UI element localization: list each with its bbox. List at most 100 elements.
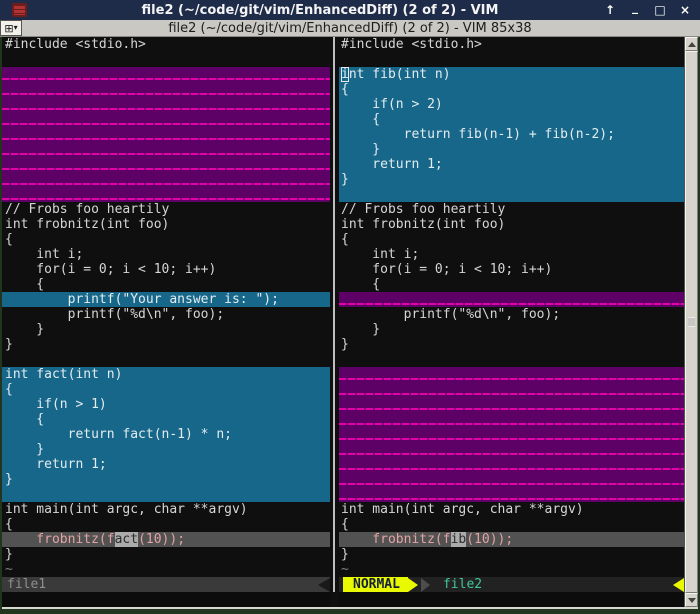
code-line[interactable]: int frobnitz(int foo) — [339, 217, 684, 232]
diff-filler-row[interactable] — [339, 472, 684, 487]
code-line[interactable]: if(n > 1) — [2, 397, 330, 412]
statusline-filename: file1 — [7, 577, 47, 592]
diff-filler-row[interactable] — [339, 412, 684, 427]
diff-filler-row[interactable] — [2, 187, 330, 202]
scroll-up-button[interactable] — [685, 37, 698, 51]
diff-filler-row[interactable] — [339, 427, 684, 442]
code-line[interactable]: } — [2, 547, 330, 562]
code-line[interactable] — [339, 352, 684, 367]
vertical-split-separator[interactable] — [330, 37, 339, 607]
code-line[interactable]: int frobnitz(int foo) — [2, 217, 330, 232]
code-line[interactable]: } — [2, 337, 330, 352]
code-line[interactable] — [2, 52, 330, 67]
code-line[interactable]: return 1; — [339, 157, 684, 172]
empty-line-tilde[interactable]: ~ — [339, 562, 684, 577]
code-line[interactable]: } — [339, 322, 684, 337]
scrollbar[interactable] — [684, 37, 698, 607]
code-line[interactable]: // Frobs foo heartily — [339, 202, 684, 217]
statusline-file1[interactable]: file1 — [2, 577, 330, 592]
diff-filler-row[interactable] — [339, 442, 684, 457]
mode-indicator: NORMAL — [343, 577, 408, 592]
code-line[interactable]: int main(int argc, char **argv) — [2, 502, 330, 517]
split-line — [333, 37, 335, 592]
diff-filler-row[interactable] — [2, 82, 330, 97]
diff-filler-row[interactable] — [339, 397, 684, 412]
code-line[interactable]: } — [339, 337, 684, 352]
diff-filler-row[interactable] — [339, 292, 684, 307]
code-line[interactable]: #include <stdio.h> — [339, 37, 684, 52]
diff-filler-row[interactable] — [2, 142, 330, 157]
code-line[interactable]: printf("%d\n", foo); — [2, 307, 330, 322]
code-line[interactable]: } — [339, 142, 684, 157]
powerline-chevron-icon — [420, 577, 430, 592]
diff-filler-row[interactable] — [2, 172, 330, 187]
code-line[interactable]: { — [2, 232, 330, 247]
code-line[interactable]: } — [2, 322, 330, 337]
buffer-file2[interactable]: #include <stdio.h> int fib(int n){ if(n >… — [339, 37, 684, 577]
diff-filler-row[interactable] — [2, 112, 330, 127]
code-line[interactable]: { — [339, 82, 684, 97]
code-line[interactable]: // Frobs foo heartily — [2, 202, 330, 217]
code-line[interactable]: for(i = 0; i < 10; i++) — [339, 262, 684, 277]
statusline-file2[interactable]: NORMAL file2 — [339, 577, 684, 592]
diff-filler-row[interactable] — [339, 382, 684, 397]
code-line[interactable]: { — [339, 517, 684, 532]
statusline-filename: file2 — [442, 577, 483, 592]
code-line[interactable]: { — [339, 232, 684, 247]
code-line[interactable]: } — [339, 547, 684, 562]
code-line[interactable] — [339, 52, 684, 67]
inner-window-titlebar[interactable]: ⊞ ▾ file2 (~/code/git/vim/EnhancedDiff) (… — [0, 20, 700, 37]
window-title: file2 (~/code/git/vim/EnhancedDiff) (2 o… — [141, 2, 499, 18]
minimize-button-icon[interactable]: _ — [628, 0, 642, 14]
code-line[interactable]: return fib(n-1) + fib(n-2); — [339, 127, 684, 142]
close-button-icon[interactable]: × — [678, 3, 692, 17]
powerline-arrow-right-icon — [407, 577, 418, 592]
diff-filler-row[interactable] — [2, 67, 330, 82]
diff-pane-file1: #include <stdio.h>// Frobs foo heartily i… — [2, 37, 330, 607]
code-line[interactable]: } — [339, 172, 684, 187]
diff-filler-row[interactable] — [339, 457, 684, 472]
diff-filler-row[interactable] — [339, 487, 684, 502]
code-line[interactable]: int fact(int n) — [2, 367, 330, 382]
code-line[interactable]: if(n > 2) — [339, 97, 684, 112]
maximize-button-icon[interactable]: □ — [653, 3, 667, 17]
code-line[interactable]: int fib(int n) — [339, 67, 684, 82]
code-line[interactable]: printf("Your answer is: "); — [2, 292, 330, 307]
buffer-file1[interactable]: #include <stdio.h>// Frobs foo heartily i… — [2, 37, 330, 577]
empty-line-tilde[interactable]: ~ — [2, 562, 330, 577]
command-line[interactable] — [339, 592, 684, 607]
code-line[interactable]: printf("%d\n", foo); — [339, 307, 684, 322]
powerline-separator-icon — [318, 577, 330, 592]
code-line[interactable]: } — [2, 442, 330, 457]
code-line[interactable]: { — [2, 517, 330, 532]
code-line[interactable]: return fact(n-1) * n; — [2, 427, 330, 442]
code-line[interactable]: { — [2, 277, 330, 292]
code-line[interactable]: int main(int argc, char **argv) — [339, 502, 684, 517]
code-line[interactable]: #include <stdio.h> — [2, 37, 330, 52]
diff-filler-row[interactable] — [2, 97, 330, 112]
code-line[interactable]: } — [2, 472, 330, 487]
code-line[interactable]: frobnitz(fib(10)); — [339, 532, 684, 547]
diff-filler-row[interactable] — [339, 367, 684, 382]
code-line[interactable]: int i; — [339, 247, 684, 262]
diff-filler-row[interactable] — [2, 127, 330, 142]
code-line[interactable]: int i; — [2, 247, 330, 262]
code-line[interactable] — [2, 352, 330, 367]
code-line[interactable]: { — [339, 112, 684, 127]
vim-app-icon[interactable] — [12, 3, 27, 17]
code-line[interactable] — [2, 487, 330, 502]
code-line[interactable]: { — [339, 277, 684, 292]
code-line[interactable]: frobnitz(fact(10)); — [2, 532, 330, 547]
code-line[interactable]: { — [2, 412, 330, 427]
scroll-down-button[interactable] — [685, 593, 698, 607]
scrollbar-thumb[interactable] — [685, 51, 698, 593]
command-line[interactable] — [2, 592, 330, 607]
code-line[interactable]: { — [2, 382, 330, 397]
code-line[interactable]: return 1; — [2, 457, 330, 472]
window-bottom-bevel — [2, 607, 698, 609]
window-titlebar[interactable]: file2 (~/code/git/vim/EnhancedDiff) (2 o… — [0, 0, 700, 20]
shade-button-icon[interactable]: ↑ — [603, 3, 617, 17]
diff-filler-row[interactable] — [2, 157, 330, 172]
code-line[interactable]: for(i = 0; i < 10; i++) — [2, 262, 330, 277]
code-line[interactable] — [339, 187, 684, 202]
